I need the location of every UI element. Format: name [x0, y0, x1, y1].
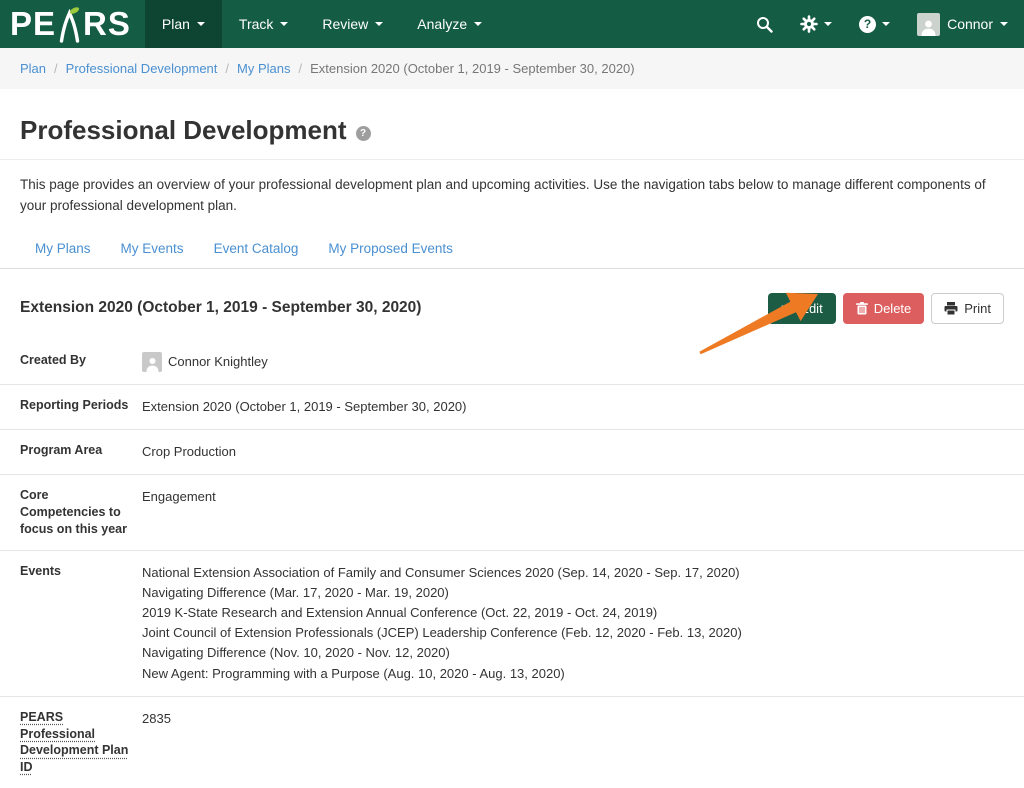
nav-item-review[interactable]: Review: [305, 0, 400, 48]
gear-icon: [800, 15, 818, 33]
breadcrumb-link-my-plans[interactable]: My Plans: [237, 61, 290, 76]
table-row-reporting-periods: Reporting Periods Extension 2020 (Octobe…: [0, 385, 1024, 430]
breadcrumb-separator: /: [225, 61, 229, 76]
print-button[interactable]: Print: [931, 293, 1004, 324]
chevron-down-icon: [474, 22, 482, 26]
breadcrumb-link-plan[interactable]: Plan: [20, 61, 46, 76]
nav-item-plan[interactable]: Plan: [145, 0, 222, 48]
breadcrumb-link-professional-development[interactable]: Professional Development: [66, 61, 218, 76]
event-item: 2019 K-State Research and Extension Annu…: [142, 603, 742, 623]
event-item: Joint Council of Extension Professionals…: [142, 623, 742, 643]
main-content: Professional Development ? This page pro…: [0, 115, 1024, 788]
page-help-icon[interactable]: ?: [356, 126, 371, 141]
table-row-core-competencies: Core Competencies to focus on this year …: [0, 475, 1024, 551]
nav-item-analyze[interactable]: Analyze: [400, 0, 499, 48]
plan-actions: Edit Delete: [768, 293, 1004, 324]
table-row-events: Events National Extension Association of…: [0, 551, 1024, 697]
reporting-periods-label: Reporting Periods: [20, 397, 142, 417]
printer-icon: [944, 302, 958, 315]
program-area-value: Crop Production: [142, 442, 236, 462]
event-item: Navigating Difference (Nov. 10, 2020 - N…: [142, 643, 742, 663]
settings-menu[interactable]: [800, 15, 832, 33]
plan-id-value: 2835: [142, 709, 171, 777]
creator-avatar: [142, 352, 162, 372]
program-area-label: Program Area: [20, 442, 142, 462]
delete-button-label: Delete: [874, 301, 912, 316]
delete-button[interactable]: Delete: [843, 293, 925, 324]
chevron-down-icon: [824, 22, 832, 26]
edit-button[interactable]: Edit: [768, 293, 835, 324]
logo-text-right: RS: [83, 0, 131, 48]
plan-id-label: PEARS Professional Development Plan ID: [20, 709, 142, 777]
help-menu[interactable]: ?: [859, 16, 890, 33]
user-name: Connor: [947, 16, 993, 32]
created-by-value: Connor Knightley: [168, 352, 268, 372]
chevron-down-icon: [375, 22, 383, 26]
search-icon[interactable]: [756, 16, 773, 33]
event-item: Navigating Difference (Mar. 17, 2020 - M…: [142, 583, 742, 603]
breadcrumb-separator: /: [299, 61, 303, 76]
edit-button-label: Edit: [800, 301, 822, 316]
navbar-right: ? Connor: [756, 0, 1024, 48]
table-row-created-by: Created By Connor Knightley: [0, 340, 1024, 385]
nav-item-analyze-label: Analyze: [417, 16, 467, 32]
pears-logo[interactable]: PE RS: [0, 0, 145, 48]
plan-tabs: My Plans My Events Event Catalog My Prop…: [0, 231, 1024, 269]
created-by-label: Created By: [20, 352, 142, 372]
tab-my-plans[interactable]: My Plans: [20, 231, 106, 268]
tab-event-catalog[interactable]: Event Catalog: [199, 231, 314, 268]
title-divider: [0, 159, 1024, 160]
breadcrumb-separator: /: [54, 61, 58, 76]
user-menu[interactable]: Connor: [917, 13, 1008, 36]
print-button-label: Print: [964, 301, 991, 316]
nav-item-review-label: Review: [322, 16, 368, 32]
main-nav: Plan Track Review Analyze: [145, 0, 499, 48]
edit-icon: [781, 302, 794, 315]
logo-text-left: PE: [10, 0, 56, 48]
chevron-down-icon: [197, 22, 205, 26]
chevron-down-icon: [280, 22, 288, 26]
page-description: This page provides an overview of your p…: [20, 175, 1004, 217]
chevron-down-icon: [882, 22, 890, 26]
nav-item-track[interactable]: Track: [222, 0, 305, 48]
table-row-program-area: Program Area Crop Production: [0, 430, 1024, 475]
core-competencies-label: Core Competencies to focus on this year: [20, 487, 142, 538]
reporting-periods-value: Extension 2020 (October 1, 2019 - Septem…: [142, 397, 466, 417]
trash-icon: [856, 302, 868, 315]
event-item: National Extension Association of Family…: [142, 563, 742, 583]
pear-icon: [57, 4, 82, 44]
nav-item-plan-label: Plan: [162, 16, 190, 32]
user-avatar: [917, 13, 940, 36]
plan-heading: Extension 2020 (October 1, 2019 - Septem…: [20, 299, 421, 317]
table-row-plan-id: PEARS Professional Development Plan ID 2…: [0, 697, 1024, 788]
chevron-down-icon: [1000, 22, 1008, 26]
plan-detail-table: Created By Connor Knightley Reporting Pe…: [20, 340, 1004, 788]
tab-my-events[interactable]: My Events: [106, 231, 199, 268]
event-item: New Agent: Programming with a Purpose (A…: [142, 664, 742, 684]
question-circle-icon: ?: [859, 16, 876, 33]
core-competencies-value: Engagement: [142, 487, 216, 538]
tab-my-proposed-events[interactable]: My Proposed Events: [313, 231, 468, 268]
top-navbar: PE RS Plan Track Review Analyze: [0, 0, 1024, 48]
breadcrumb: Plan / Professional Development / My Pla…: [0, 48, 1024, 89]
nav-item-track-label: Track: [239, 16, 273, 32]
page-title: Professional Development: [20, 115, 347, 146]
breadcrumb-current: Extension 2020 (October 1, 2019 - Septem…: [310, 61, 634, 76]
